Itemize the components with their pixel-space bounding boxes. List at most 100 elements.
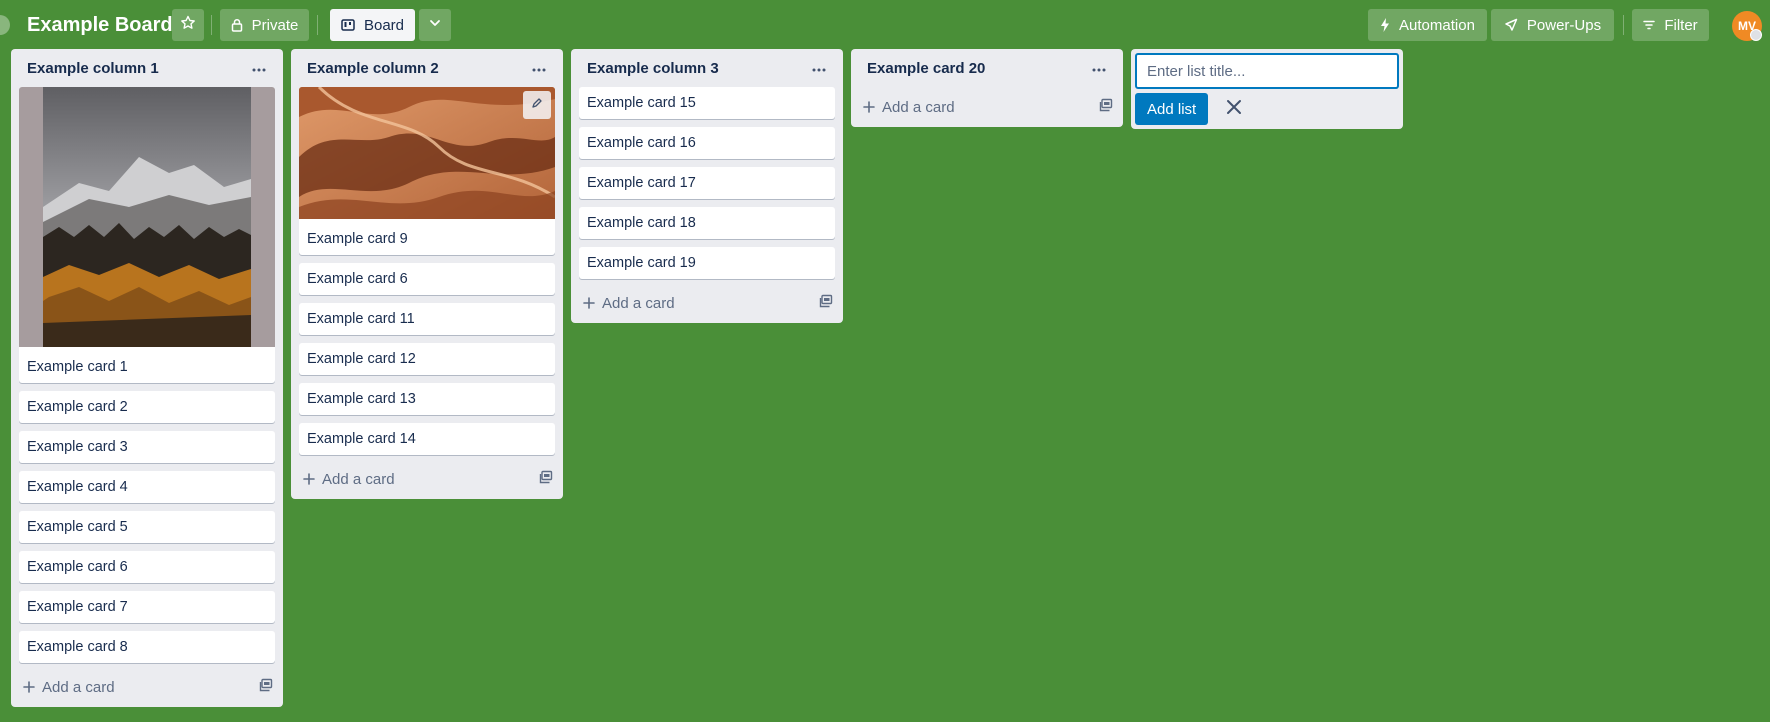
chevron-down-icon <box>428 16 442 34</box>
list-card[interactable]: Example card 16 <box>579 127 835 159</box>
visibility-button[interactable]: Private <box>220 9 309 41</box>
list-title[interactable]: Example card 20 <box>867 60 985 77</box>
card-title: Example card 11 <box>307 311 415 327</box>
add-card-row: Add a card <box>291 459 563 499</box>
template-icon <box>1099 98 1113 116</box>
list-header: Example card 20 <box>851 49 1123 87</box>
powerups-button[interactable]: Power-Ups <box>1491 9 1614 41</box>
composer-actions: Add list <box>1135 93 1399 125</box>
add-list-button[interactable]: Add list <box>1135 93 1209 125</box>
lock-icon <box>231 18 243 32</box>
header-divider <box>211 15 212 35</box>
list-card[interactable]: Example card 8 <box>19 631 275 663</box>
plus-icon <box>863 101 875 113</box>
add-card-label: Add a card <box>42 678 115 696</box>
list-title-input[interactable] <box>1135 53 1399 89</box>
header-divider <box>1623 15 1624 35</box>
list-card[interactable]: Example card 15 <box>579 87 835 119</box>
board-header: Example Board Private Board Automation P… <box>0 0 1770 50</box>
list-card[interactable]: Example card 18 <box>579 207 835 239</box>
header-divider <box>317 15 318 35</box>
list-card[interactable]: Example card 11 <box>299 303 555 335</box>
list-header: Example column 1 <box>11 49 283 87</box>
star-button[interactable] <box>172 9 204 41</box>
list-card[interactable]: Example card 4 <box>19 471 275 503</box>
list-column-1: Example column 1 Example card 1 Example … <box>11 49 283 707</box>
sidebar-toggle-button[interactable] <box>0 15 10 35</box>
card-title: Example card 9 <box>307 231 408 247</box>
plus-icon <box>583 297 595 309</box>
card-title: Example card 2 <box>27 399 128 415</box>
add-card-button[interactable]: Add a card <box>863 99 955 116</box>
list-menu-button[interactable] <box>1085 54 1113 82</box>
card-template-button[interactable] <box>539 470 553 488</box>
more-icon <box>812 59 826 77</box>
card-template-button[interactable] <box>259 678 273 696</box>
add-card-row: Add a card <box>11 667 283 707</box>
more-icon <box>1092 59 1106 77</box>
add-card-row: Add a card <box>571 283 843 323</box>
view-label: Board <box>363 16 405 34</box>
board-title[interactable]: Example Board <box>27 11 173 39</box>
list-card[interactable]: Example card 14 <box>299 423 555 455</box>
list-card[interactable]: Example card 13 <box>299 383 555 415</box>
list-title[interactable]: Example column 3 <box>587 60 719 77</box>
list-card[interactable]: Example card 9 <box>299 87 555 255</box>
list-title[interactable]: Example column 1 <box>27 60 159 77</box>
star-icon <box>180 15 196 35</box>
card-cover-image <box>19 87 275 351</box>
add-card-row: Add a card <box>851 87 1123 127</box>
lightning-icon <box>1380 18 1390 32</box>
filter-label: Filter <box>1664 16 1698 34</box>
list-card[interactable]: Example card 1 <box>19 87 275 383</box>
view-switcher-button[interactable] <box>419 9 451 41</box>
list-card[interactable]: Example card 12 <box>299 343 555 375</box>
card-template-button[interactable] <box>1099 98 1113 116</box>
list-column-3: Example column 3 Example card 15 Example… <box>571 49 843 323</box>
filter-icon <box>1643 20 1656 30</box>
list-header: Example column 2 <box>291 49 563 87</box>
list-card[interactable]: Example card 19 <box>579 247 835 279</box>
list-card[interactable]: Example card 3 <box>19 431 275 463</box>
card-title: Example card 12 <box>307 351 416 367</box>
card-list: Example card 1 Example card 2 Example ca… <box>11 87 283 663</box>
more-icon <box>532 59 546 77</box>
card-template-button[interactable] <box>819 294 833 312</box>
list-card[interactable]: Example card 7 <box>19 591 275 623</box>
add-card-button[interactable]: Add a card <box>23 679 115 696</box>
automation-button[interactable]: Automation <box>1368 9 1487 41</box>
card-title: Example card 18 <box>587 215 696 231</box>
card-list: Example card 9 Example card 6 Example ca… <box>291 87 563 455</box>
list-card[interactable]: Example card 2 <box>19 391 275 423</box>
add-card-button[interactable]: Add a card <box>303 471 395 488</box>
card-title: Example card 6 <box>307 271 408 287</box>
rocket-icon <box>1504 18 1518 32</box>
pencil-icon <box>531 97 543 113</box>
cancel-button[interactable] <box>1218 93 1250 125</box>
list-title[interactable]: Example column 2 <box>307 60 439 77</box>
card-title: Example card 15 <box>587 95 696 111</box>
list-menu-button[interactable] <box>805 54 833 82</box>
list-card[interactable]: Example card 6 <box>19 551 275 583</box>
edit-card-button[interactable] <box>523 91 551 119</box>
board-view-button[interactable]: Board <box>330 9 415 41</box>
list-menu-button[interactable] <box>245 54 273 82</box>
filter-button[interactable]: Filter <box>1632 9 1709 41</box>
list-menu-button[interactable] <box>525 54 553 82</box>
add-card-label: Add a card <box>882 98 955 116</box>
card-title: Example card 5 <box>27 519 128 535</box>
powerups-label: Power-Ups <box>1526 16 1602 34</box>
card-title: Example card 1 <box>27 359 128 375</box>
add-list-composer: Add list <box>1131 49 1403 129</box>
plus-icon <box>23 681 35 693</box>
list-card[interactable]: Example card 6 <box>299 263 555 295</box>
card-cover-image <box>299 87 555 223</box>
template-icon <box>819 294 833 312</box>
card-title: Example card 13 <box>307 391 416 407</box>
card-title: Example card 8 <box>27 639 128 655</box>
add-card-button[interactable]: Add a card <box>583 295 675 312</box>
list-card[interactable]: Example card 17 <box>579 167 835 199</box>
list-card[interactable]: Example card 5 <box>19 511 275 543</box>
list-column-4: Example card 20 Add a card <box>851 49 1123 127</box>
card-title: Example card 14 <box>307 431 416 447</box>
